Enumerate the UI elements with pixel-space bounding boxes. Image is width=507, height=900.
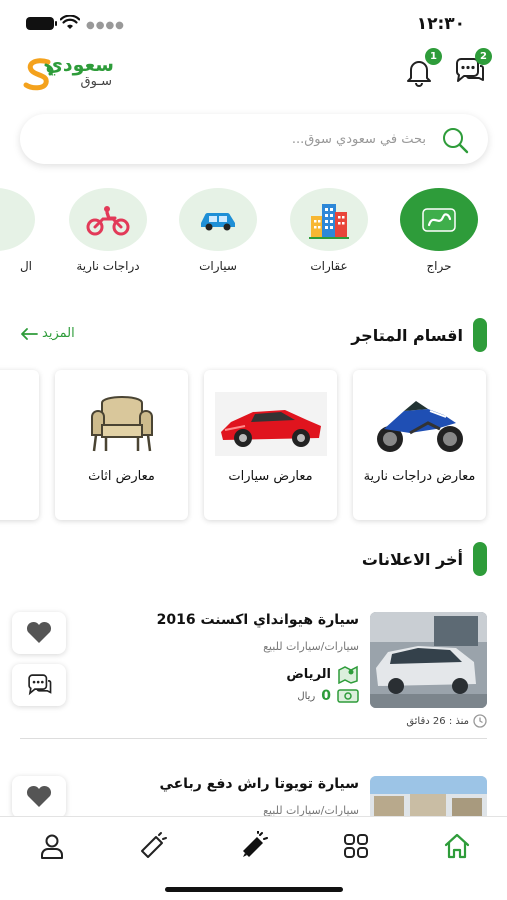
more-label: المزيد (42, 326, 75, 341)
category-partial[interactable]: ال (0, 188, 36, 273)
home-indicator (165, 887, 343, 892)
listing-location: الرياض (286, 664, 359, 684)
user-icon (41, 834, 63, 859)
status-bar: ●●●● ١٢:٣٠ (0, 0, 507, 46)
listing-card[interactable]: سيارة هيوانداي اكسنت 2016 سيارات/سيارات … (12, 612, 487, 732)
search-bar[interactable] (20, 114, 488, 164)
listing-currency: ريال (297, 690, 316, 702)
stores-section-title: اقسام المتاجر (351, 318, 487, 352)
store-label: معارض دراجات نارية (363, 469, 476, 484)
listing-photo (370, 612, 487, 708)
more-link[interactable]: المزيد (20, 326, 75, 341)
app-screen: ●●●● ١٢:٣٠ سعودي سـوق 1 2 بحث في سعودي س… (0, 0, 507, 900)
search-icon[interactable] (440, 125, 470, 155)
store-card-furniture[interactable]: معارض اثاث (55, 370, 188, 520)
clock-icon (473, 714, 487, 728)
chat-seller-button[interactable] (12, 664, 66, 706)
listing-time: منذ : 26 دقائق (406, 714, 487, 728)
messages-badge: 2 (475, 48, 492, 65)
app-logo[interactable]: سعودي سـوق (22, 52, 122, 96)
category-label: دراجات نارية (76, 259, 140, 273)
category-label: حراج (426, 259, 452, 273)
location-map-icon (338, 665, 358, 684)
logo-brand-text: سعودي (45, 54, 115, 76)
listing-title: سيارة تويوتا راش دفع رباعي (159, 776, 359, 792)
store-label: معارض اثاث (88, 469, 155, 484)
megaphone-filled-icon (243, 830, 268, 857)
nav-add-ad[interactable] (239, 830, 269, 861)
store-card-motorcycles[interactable]: معارض دراجات نارية (353, 370, 486, 520)
store-card-partial[interactable] (0, 370, 39, 520)
notifications-button[interactable]: 1 (402, 48, 442, 88)
signal-icon: ●●●● (86, 20, 125, 31)
arrow-left-icon (21, 327, 38, 340)
megaphone-icon (141, 832, 167, 858)
section-title-text: أخر الاعلانات (361, 549, 463, 569)
category-haraj[interactable]: حراج (399, 188, 479, 273)
status-time: ١٢:٣٠ (416, 14, 465, 34)
listing-location-text: الرياض (286, 666, 331, 682)
bottom-navigation (0, 816, 507, 900)
category-label: ال (19, 259, 32, 273)
heart-icon (26, 621, 52, 643)
notifications-badge: 1 (425, 48, 442, 65)
buildings-icon (290, 188, 368, 251)
battery-icon (26, 17, 57, 30)
haraj-logo-icon (400, 188, 478, 251)
money-icon (337, 689, 359, 703)
nav-home[interactable] (442, 831, 472, 861)
sport-motorcycle-image (361, 384, 478, 464)
armchair-image (63, 384, 180, 464)
listing-category: سيارات/سيارات للبيع (263, 640, 359, 653)
listing-price-value: 0 (321, 688, 331, 704)
home-icon (444, 833, 470, 859)
red-sports-car-image (212, 384, 329, 464)
nav-categories[interactable] (341, 831, 371, 861)
ads-section-title: أخر الاعلانات (362, 542, 487, 576)
section-accent-bar (473, 542, 487, 576)
logo-sub-text: سـوق (80, 74, 112, 89)
chat-icon (28, 674, 52, 696)
section-title-text: اقسام المتاجر (351, 325, 463, 345)
heart-icon (26, 785, 52, 807)
category-motorcycles[interactable]: دراجات نارية (68, 188, 148, 273)
store-label: معارض سيارات (228, 469, 313, 484)
messages-button[interactable]: 2 (452, 48, 492, 88)
favorite-button[interactable] (12, 776, 66, 818)
nav-my-ads[interactable] (138, 831, 168, 861)
wifi-icon (60, 15, 80, 29)
motorcycle-icon (69, 188, 147, 251)
category-cars[interactable]: سيارات (178, 188, 258, 273)
favorite-button[interactable] (12, 612, 66, 654)
app-header: سعودي سـوق 1 2 (0, 46, 507, 104)
divider (20, 738, 487, 739)
nav-profile[interactable] (37, 831, 67, 861)
store-card-cars[interactable]: معارض سيارات (204, 370, 337, 520)
listing-time-text: منذ : 26 دقائق (406, 715, 469, 727)
search-input[interactable] (40, 126, 426, 152)
category-label: سيارات (199, 259, 237, 273)
grid-icon (344, 834, 368, 858)
category-label: عقارات (310, 259, 348, 273)
category-real-estate[interactable]: عقارات (289, 188, 369, 273)
partial-icon (0, 188, 35, 251)
listing-title: سيارة هيوانداي اكسنت 2016 (156, 612, 359, 628)
listing-price: 0 ريال (297, 688, 359, 704)
section-accent-bar (473, 318, 487, 352)
car-icon (179, 188, 257, 251)
